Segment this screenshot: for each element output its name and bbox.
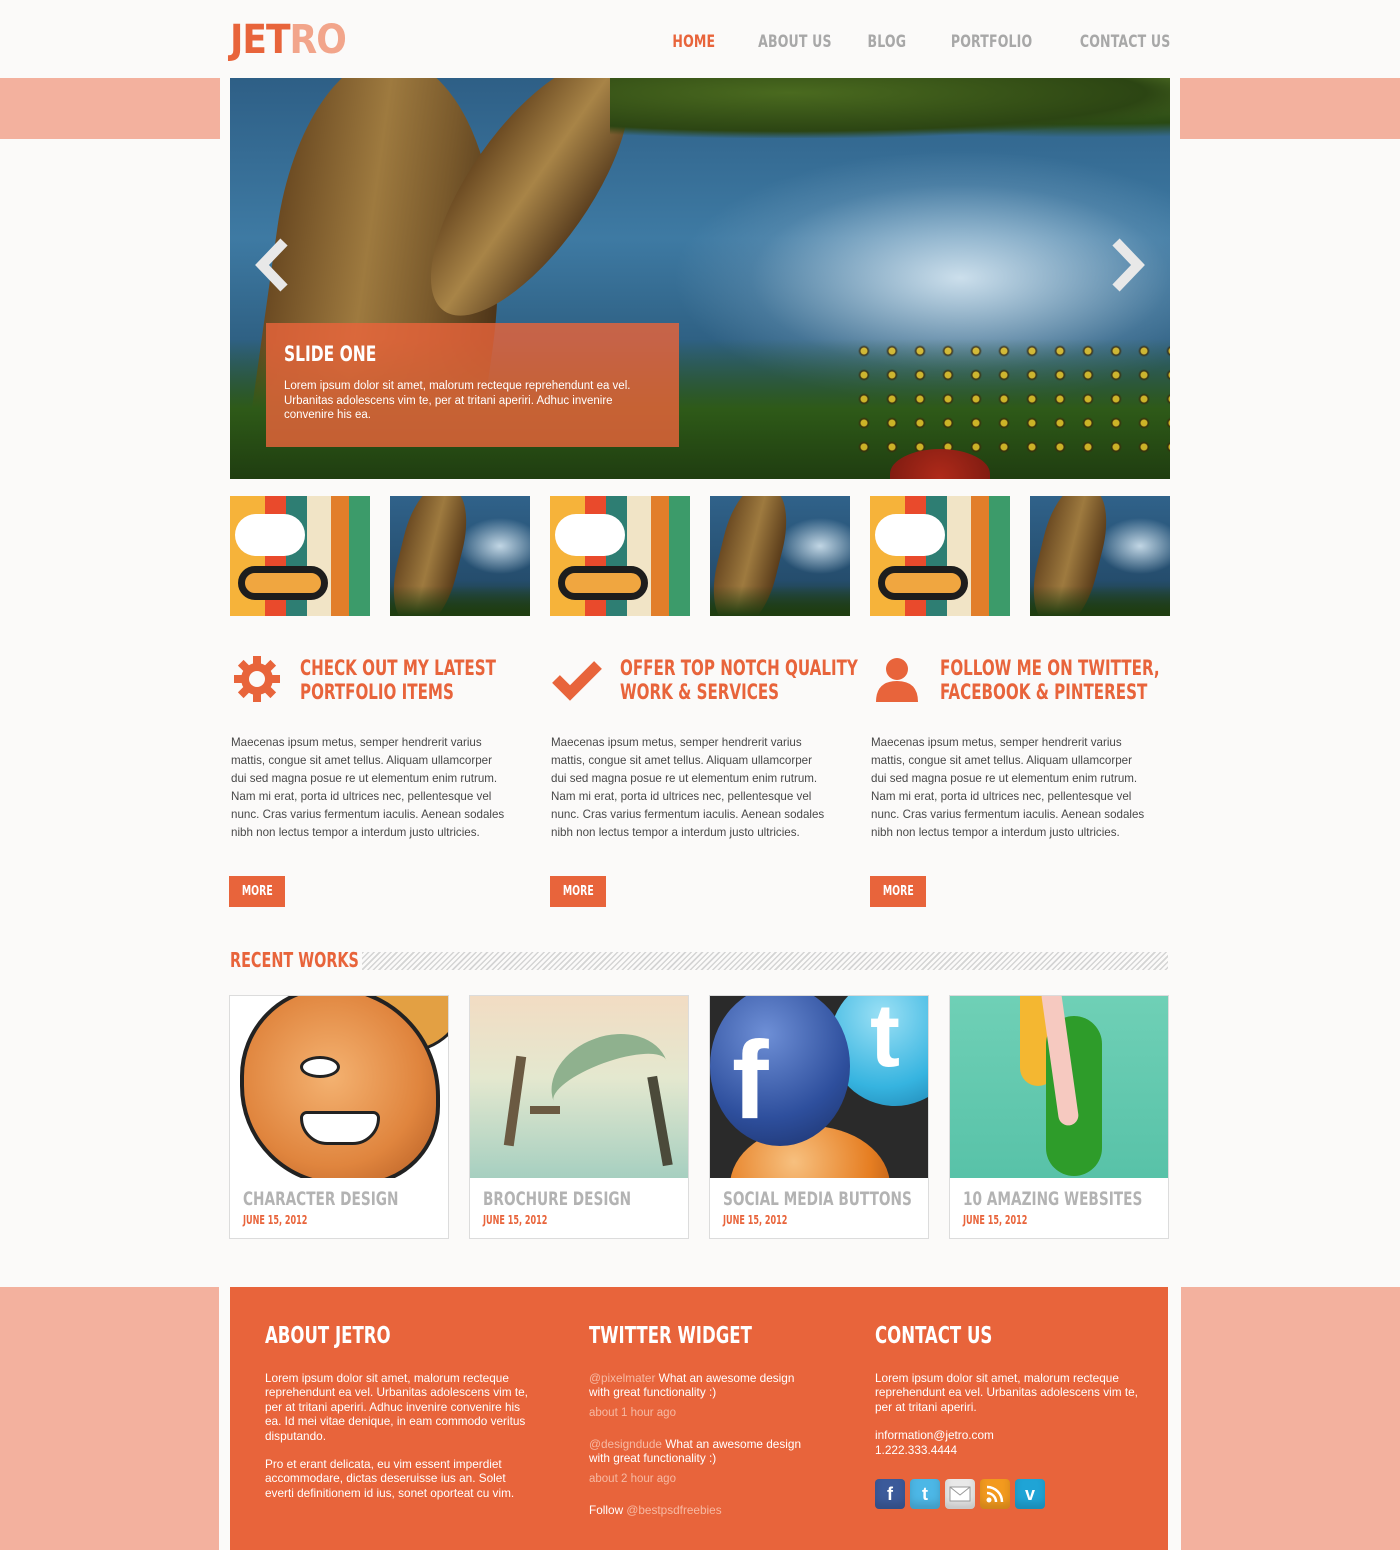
slider-prev-button[interactable] bbox=[250, 233, 296, 297]
top-band-left bbox=[0, 78, 220, 139]
logo[interactable]: JETRO bbox=[230, 17, 347, 63]
more-button-follow[interactable]: MORE bbox=[870, 876, 926, 907]
feature-text: Maecenas ipsum metus, semper hendrerit v… bbox=[871, 736, 1145, 839]
work-card-character[interactable]: CHARACTER DESIGN JUNE 15, 2012 bbox=[229, 995, 449, 1239]
twitter-icon[interactable]: t bbox=[910, 1479, 940, 1510]
social-links: f t v bbox=[875, 1479, 1140, 1510]
slide-caption-title: SLIDE ONE bbox=[284, 342, 377, 366]
hero-slider: SLIDE ONE Lorem ipsum dolor sit amet, ma… bbox=[230, 78, 1170, 479]
work-image bbox=[470, 996, 688, 1178]
chevron-right-icon bbox=[1112, 238, 1145, 292]
nav-home[interactable]: HOME bbox=[673, 32, 716, 52]
bottom-band-left bbox=[0, 1287, 219, 1550]
slider-thumbnails bbox=[230, 496, 1170, 616]
feature-title: FOLLOW ME ON TWITTER, FACEBOOK & PINTERES… bbox=[940, 656, 1160, 704]
feature-text: Maecenas ipsum metus, semper hendrerit v… bbox=[551, 736, 825, 839]
nav-about-us[interactable]: ABOUT US bbox=[759, 32, 833, 52]
work-date: JUNE 15, 2012 bbox=[723, 1213, 788, 1227]
footer-twitter-heading: TWITTER WIDGET bbox=[589, 1323, 752, 1349]
work-date: JUNE 15, 2012 bbox=[963, 1213, 1028, 1227]
tweet-handle[interactable]: @pixelmater bbox=[589, 1371, 655, 1385]
tweet: @designdude What an awesome design with … bbox=[589, 1437, 814, 1485]
top-band-right bbox=[1180, 78, 1400, 139]
work-card-brochure[interactable]: BROCHURE DESIGN JUNE 15, 2012 bbox=[469, 995, 689, 1239]
work-image: tf bbox=[710, 996, 928, 1178]
rss-icon[interactable] bbox=[980, 1479, 1010, 1510]
tweet-handle[interactable]: @designdude bbox=[589, 1437, 662, 1451]
bottom-band-right bbox=[1181, 1287, 1400, 1550]
heading-divider bbox=[362, 952, 1168, 970]
thumbnail-2[interactable] bbox=[390, 496, 530, 616]
work-date: JUNE 15, 2012 bbox=[483, 1213, 548, 1227]
work-title: CHARACTER DESIGN bbox=[243, 1188, 399, 1210]
work-title: BROCHURE DESIGN bbox=[483, 1188, 632, 1210]
work-image bbox=[230, 996, 448, 1178]
slide-caption-text: Lorem ipsum dolor sit amet, malorum rect… bbox=[284, 380, 631, 421]
slide-caption: SLIDE ONE Lorem ipsum dolor sit amet, ma… bbox=[266, 323, 679, 447]
footer-about: ABOUT JETRO Lorem ipsum dolor sit amet, … bbox=[265, 1323, 530, 1500]
contact-phone: 1.222.333.4444 bbox=[875, 1442, 958, 1457]
work-card-websites[interactable]: 10 AMAZING WEBSITES JUNE 15, 2012 bbox=[949, 995, 1169, 1239]
thumbnail-6[interactable] bbox=[1030, 496, 1170, 616]
vimeo-icon[interactable]: v bbox=[1015, 1479, 1045, 1510]
feature-text: Maecenas ipsum metus, semper hendrerit v… bbox=[231, 736, 505, 839]
thumbnail-1[interactable] bbox=[230, 496, 370, 616]
footer-contact-heading: CONTACT US bbox=[875, 1323, 993, 1349]
feature-title: CHECK OUT MY LATEST PORTFOLIO ITEMS bbox=[300, 656, 496, 704]
nav-blog[interactable]: BLOG bbox=[868, 32, 907, 52]
thumbnail-3[interactable] bbox=[550, 496, 690, 616]
thumbnail-4[interactable] bbox=[710, 496, 850, 616]
footer: ABOUT JETRO Lorem ipsum dolor sit amet, … bbox=[230, 1287, 1168, 1550]
follow-link[interactable]: @bestpsdfreebies bbox=[626, 1503, 721, 1517]
checkmark-icon bbox=[550, 656, 604, 702]
recent-works-heading: RECENT WORKS bbox=[230, 948, 359, 972]
footer-about-heading: ABOUT JETRO bbox=[265, 1323, 391, 1349]
work-card-social[interactable]: tf SOCIAL MEDIA BUTTONS JUNE 15, 2012 bbox=[709, 995, 929, 1239]
slider-next-button[interactable] bbox=[1104, 233, 1150, 297]
gear-icon bbox=[230, 656, 284, 702]
facebook-icon[interactable]: f bbox=[875, 1479, 905, 1510]
main-nav: HOME ABOUT US BLOG PORTFOLIO CONTACT US bbox=[663, 32, 1170, 52]
footer-contact-text: Lorem ipsum dolor sit amet, malorum rect… bbox=[875, 1371, 1138, 1414]
more-button-quality[interactable]: MORE bbox=[550, 876, 606, 907]
tweet-time: about 2 hour ago bbox=[589, 1472, 676, 1485]
thumbnail-5[interactable] bbox=[870, 496, 1010, 616]
work-title: 10 AMAZING WEBSITES bbox=[963, 1188, 1143, 1210]
follow-line: Follow @bestpsdfreebies bbox=[589, 1502, 722, 1517]
work-title: SOCIAL MEDIA BUTTONS bbox=[723, 1188, 912, 1210]
feature-title: OFFER TOP NOTCH QUALITY WORK & SERVICES bbox=[620, 656, 858, 704]
mail-icon[interactable] bbox=[945, 1479, 975, 1510]
footer-contact: CONTACT US Lorem ipsum dolor sit amet, m… bbox=[875, 1323, 1140, 1510]
work-image bbox=[950, 996, 1168, 1178]
tweet-time: about 1 hour ago bbox=[589, 1406, 676, 1419]
contact-email[interactable]: information@jetro.com bbox=[875, 1428, 1140, 1442]
more-button-portfolio[interactable]: MORE bbox=[229, 876, 285, 907]
chevron-left-icon bbox=[255, 238, 288, 292]
footer-twitter: TWITTER WIDGET @pixelmater What an aweso… bbox=[589, 1323, 814, 1517]
tweet: @pixelmater What an awesome design with … bbox=[589, 1371, 814, 1419]
footer-about-text-1: Lorem ipsum dolor sit amet, malorum rect… bbox=[265, 1371, 528, 1443]
nav-portfolio[interactable]: PORTFOLIO bbox=[951, 32, 1032, 52]
logo-part1: JET bbox=[230, 17, 291, 63]
work-date: JUNE 15, 2012 bbox=[243, 1213, 308, 1227]
nav-contact-us[interactable]: CONTACT US bbox=[1079, 32, 1170, 52]
slide-image-leaves bbox=[610, 78, 1170, 138]
user-icon bbox=[870, 656, 924, 702]
footer-about-text-2: Pro et erant delicata, eu vim essent imp… bbox=[265, 1457, 515, 1500]
slide-image-flowers bbox=[850, 339, 1170, 459]
logo-part2: RO bbox=[289, 17, 347, 63]
